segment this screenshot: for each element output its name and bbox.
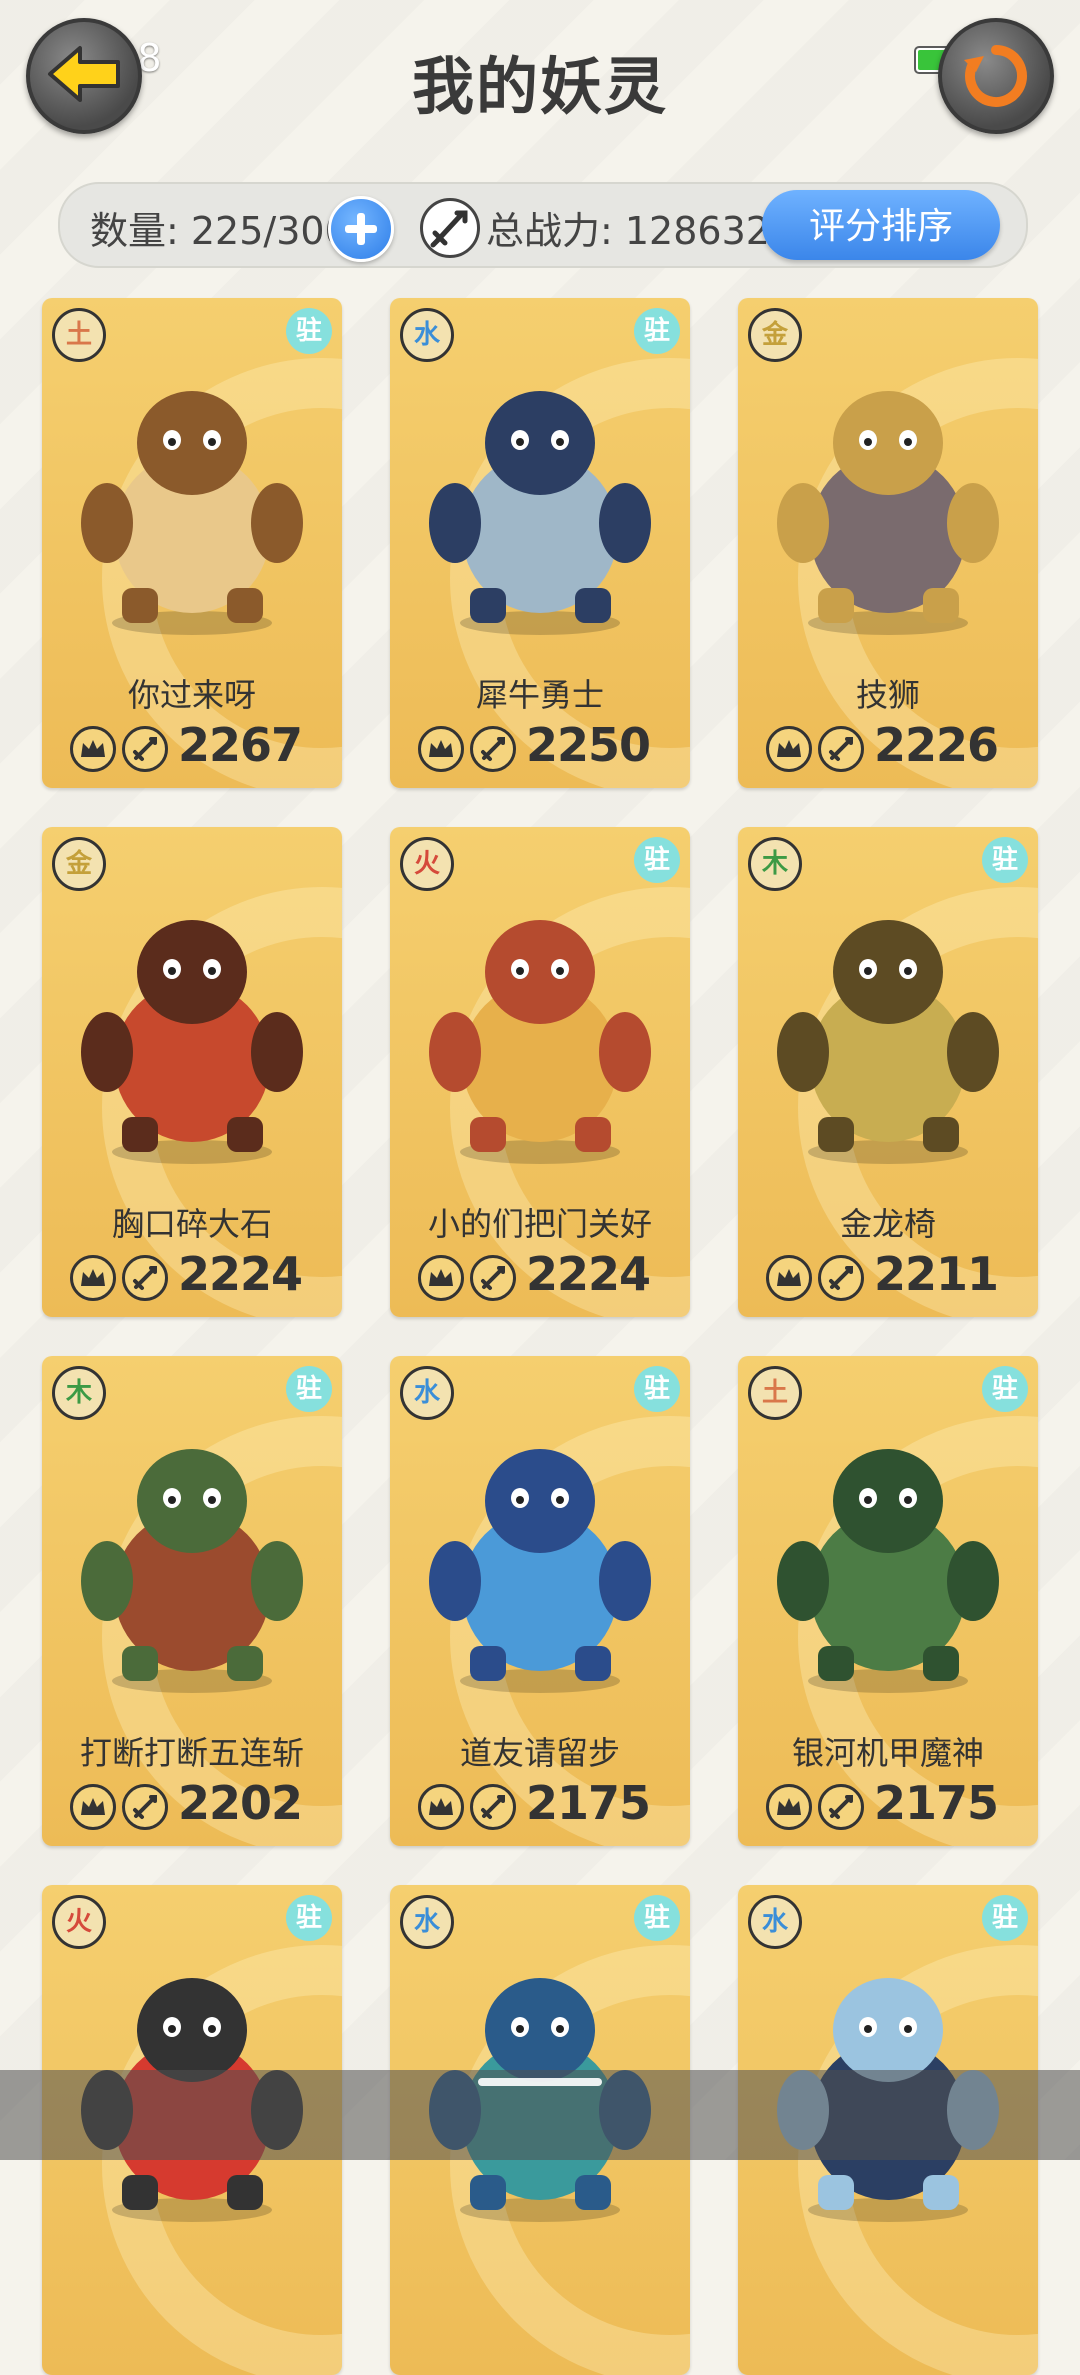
- monster-portrait: [777, 1449, 999, 1693]
- element-badge: 火: [52, 1895, 106, 1949]
- crown-icon: [766, 1255, 812, 1301]
- monster-card[interactable]: 木 驻打断打断五连斩 2202: [42, 1356, 342, 1846]
- home-indicator: [0, 2070, 1080, 2160]
- element-badge: 木: [748, 837, 802, 891]
- station-badge: 驻: [982, 1895, 1028, 1941]
- element-badge: 木: [52, 1366, 106, 1420]
- crown-icon: [70, 1784, 116, 1830]
- monster-card[interactable]: 土 驻银河机甲魔神 2175: [738, 1356, 1038, 1846]
- monster-name: 技狮: [855, 676, 920, 714]
- sword-icon: [470, 1784, 516, 1830]
- monster-name: 道友请留步: [459, 1734, 620, 1772]
- crown-icon: [766, 726, 812, 772]
- monster-card[interactable]: 金技狮 2226: [738, 298, 1038, 788]
- crown-icon: [418, 726, 464, 772]
- sword-icon: [122, 726, 168, 772]
- sword-icon: [818, 1784, 864, 1830]
- monster-card[interactable]: 水 驻道友请留步 2175: [390, 1356, 690, 1846]
- station-badge: 驻: [634, 837, 680, 883]
- sword-icon: [122, 1784, 168, 1830]
- combat-score: 2175: [526, 1776, 651, 1830]
- combat-score: 2202: [178, 1776, 303, 1830]
- monster-portrait: [777, 920, 999, 1164]
- sword-icon: [470, 1255, 516, 1301]
- station-badge: 驻: [634, 1366, 680, 1412]
- combat-score: 2224: [178, 1247, 303, 1301]
- element-badge: 水: [400, 308, 454, 362]
- station-badge: 驻: [286, 308, 332, 354]
- monster-name: 你过来呀: [127, 676, 256, 714]
- monster-card[interactable]: 水 驻犀牛勇士 2250: [390, 298, 690, 788]
- sword-icon: [818, 726, 864, 772]
- combat-score: 2250: [526, 718, 651, 772]
- sword-icon: [122, 1255, 168, 1301]
- element-badge: 水: [748, 1895, 802, 1949]
- combat-score: 2267: [178, 718, 303, 772]
- monster-grid: 土驻你过来呀 2267 水驻犀牛勇士 2250 金技狮 2226 金胸口碎大石 2224 火驻小…: [0, 0, 1080, 2375]
- monster-portrait: [81, 391, 303, 635]
- element-badge: 土: [52, 308, 106, 362]
- monster-portrait: [429, 920, 651, 1164]
- monster-portrait: [81, 920, 303, 1164]
- element-badge: 金: [748, 308, 802, 362]
- station-badge: 驻: [286, 1895, 332, 1941]
- crown-icon: [418, 1255, 464, 1301]
- station-badge: 驻: [634, 308, 680, 354]
- combat-score: 2226: [874, 718, 999, 772]
- crown-icon: [418, 1784, 464, 1830]
- station-badge: 驻: [982, 1366, 1028, 1412]
- element-badge: 土: [748, 1366, 802, 1420]
- monster-card[interactable]: 金胸口碎大石 2224: [42, 827, 342, 1317]
- combat-score: 2211: [874, 1247, 999, 1301]
- monster-name: 小的们把门关好: [427, 1205, 652, 1243]
- monster-portrait: [429, 391, 651, 635]
- monster-card[interactable]: 火 驻小的们把门关好 2224: [390, 827, 690, 1317]
- station-badge: 驻: [982, 837, 1028, 883]
- crown-icon: [766, 1784, 812, 1830]
- monster-name: 打断打断五连斩: [79, 1734, 304, 1772]
- monster-card[interactable]: 土 驻你过来呀 2267: [42, 298, 342, 788]
- element-badge: 金: [52, 837, 106, 891]
- element-badge: 火: [400, 837, 454, 891]
- monster-portrait: [81, 1449, 303, 1693]
- monster-name: 胸口碎大石: [111, 1205, 272, 1243]
- station-badge: 驻: [634, 1895, 680, 1941]
- sword-icon: [818, 1255, 864, 1301]
- station-badge: 驻: [286, 1366, 332, 1412]
- monster-name: 银河机甲魔神: [791, 1734, 984, 1772]
- element-badge: 水: [400, 1895, 454, 1949]
- crown-icon: [70, 1255, 116, 1301]
- monster-name: 金龙椅: [839, 1205, 936, 1243]
- sword-icon: [470, 726, 516, 772]
- monster-portrait: [429, 1449, 651, 1693]
- combat-score: 2224: [526, 1247, 651, 1301]
- element-badge: 水: [400, 1366, 454, 1420]
- crown-icon: [70, 726, 116, 772]
- monster-card[interactable]: 木 驻金龙椅 2211: [738, 827, 1038, 1317]
- monster-portrait: [777, 391, 999, 635]
- combat-score: 2175: [874, 1776, 999, 1830]
- monster-name: 犀牛勇士: [475, 676, 604, 714]
